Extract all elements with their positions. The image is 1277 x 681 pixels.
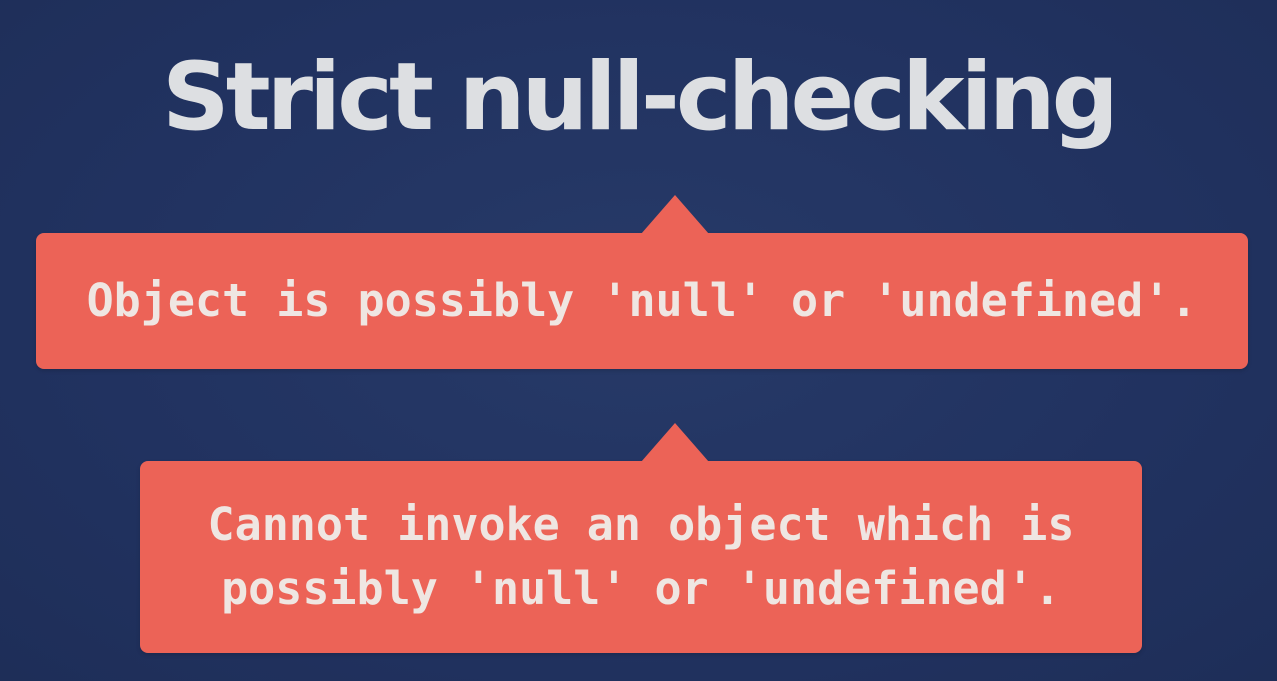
error-callout-cannot-invoke: Cannot invoke an object which is possibl… [140, 423, 1142, 653]
error-message: Cannot invoke an object which is possibl… [207, 498, 1075, 615]
error-callout-object-possibly-null: Object is possibly 'null' or 'undefined'… [36, 195, 1248, 369]
error-message: Object is possibly 'null' or 'undefined'… [86, 274, 1198, 327]
slide-title: Strict null-checking [162, 43, 1119, 152]
